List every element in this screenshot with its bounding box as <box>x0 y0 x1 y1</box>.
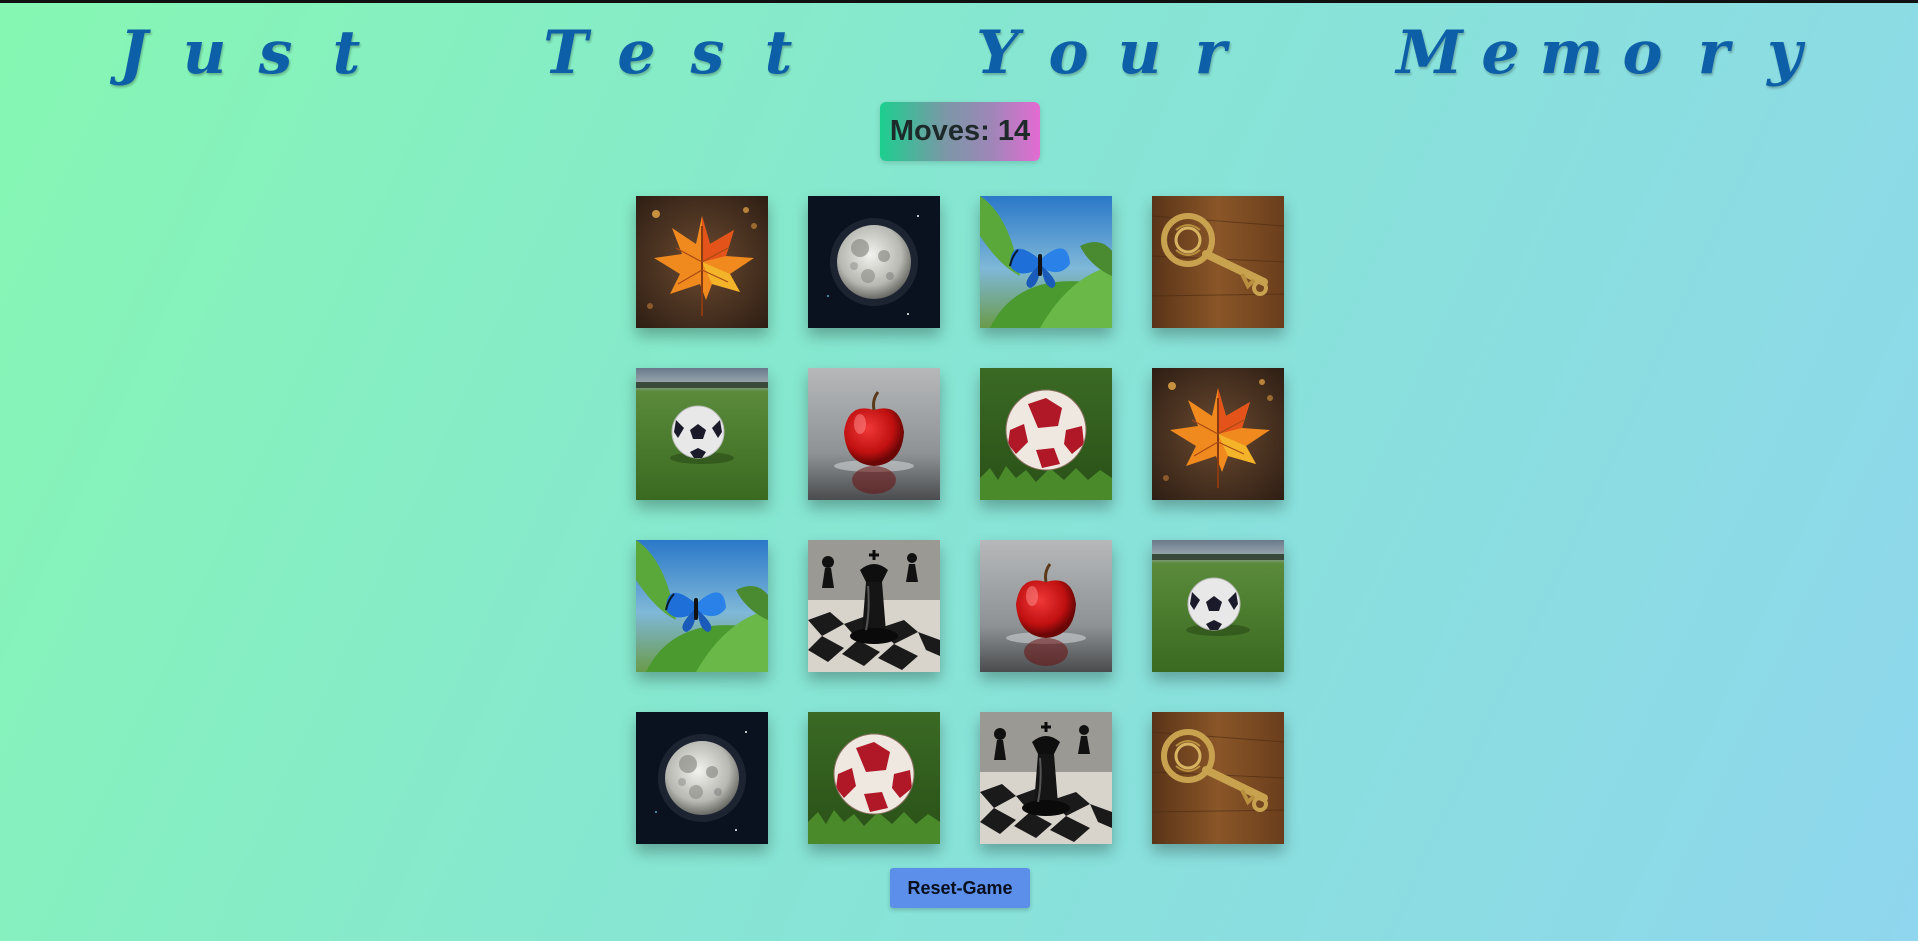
card-red-apple[interactable] <box>808 368 940 500</box>
top-border <box>0 0 1918 3</box>
moves-label: Moves: <box>889 115 990 147</box>
card-full-moon[interactable] <box>808 196 940 328</box>
card-blue-butterfly[interactable] <box>980 196 1112 328</box>
card-full-moon[interactable] <box>636 712 768 844</box>
card-chess-king[interactable] <box>808 540 940 672</box>
page-title: Just Test Your Memory <box>0 18 1918 88</box>
card-soccer-ball-white[interactable] <box>636 368 768 500</box>
red-apple-image <box>808 368 940 500</box>
card-soccer-ball-red[interactable] <box>980 368 1112 500</box>
card-grid <box>636 196 1284 844</box>
moves-counter: Moves: 14 <box>880 102 1040 161</box>
blue-butterfly-image <box>980 196 1112 328</box>
ornate-key-image <box>1152 712 1284 844</box>
maple-leaf-image <box>636 196 768 328</box>
card-red-apple[interactable] <box>980 540 1112 672</box>
red-apple-image <box>980 540 1112 672</box>
card-chess-king[interactable] <box>980 712 1112 844</box>
card-blue-butterfly[interactable] <box>636 540 768 672</box>
title-word-4: Memory <box>1396 18 1802 88</box>
reset-game-button[interactable]: Reset-Game <box>890 868 1030 908</box>
title-word-1: Just <box>119 18 361 88</box>
maple-leaf-image <box>1152 368 1284 500</box>
full-moon-image <box>808 196 940 328</box>
card-soccer-ball-red[interactable] <box>808 712 940 844</box>
card-soccer-ball-white[interactable] <box>1152 540 1284 672</box>
title-word-2: Test <box>543 18 793 88</box>
soccer-ball-red-image <box>980 368 1112 500</box>
card-ornate-key[interactable] <box>1152 712 1284 844</box>
card-ornate-key[interactable] <box>1152 196 1284 328</box>
card-maple-leaf[interactable] <box>636 196 768 328</box>
soccer-ball-white-image <box>1152 540 1284 672</box>
blue-butterfly-image <box>636 540 768 672</box>
moves-value: 14 <box>997 115 1031 147</box>
soccer-ball-red-image <box>808 712 940 844</box>
full-moon-image <box>636 712 768 844</box>
ornate-key-image <box>1152 196 1284 328</box>
chess-king-image <box>808 540 940 672</box>
soccer-ball-white-image <box>636 368 768 500</box>
title-word-3: Your <box>976 18 1227 88</box>
card-maple-leaf[interactable] <box>1152 368 1284 500</box>
chess-king-image <box>980 712 1112 844</box>
